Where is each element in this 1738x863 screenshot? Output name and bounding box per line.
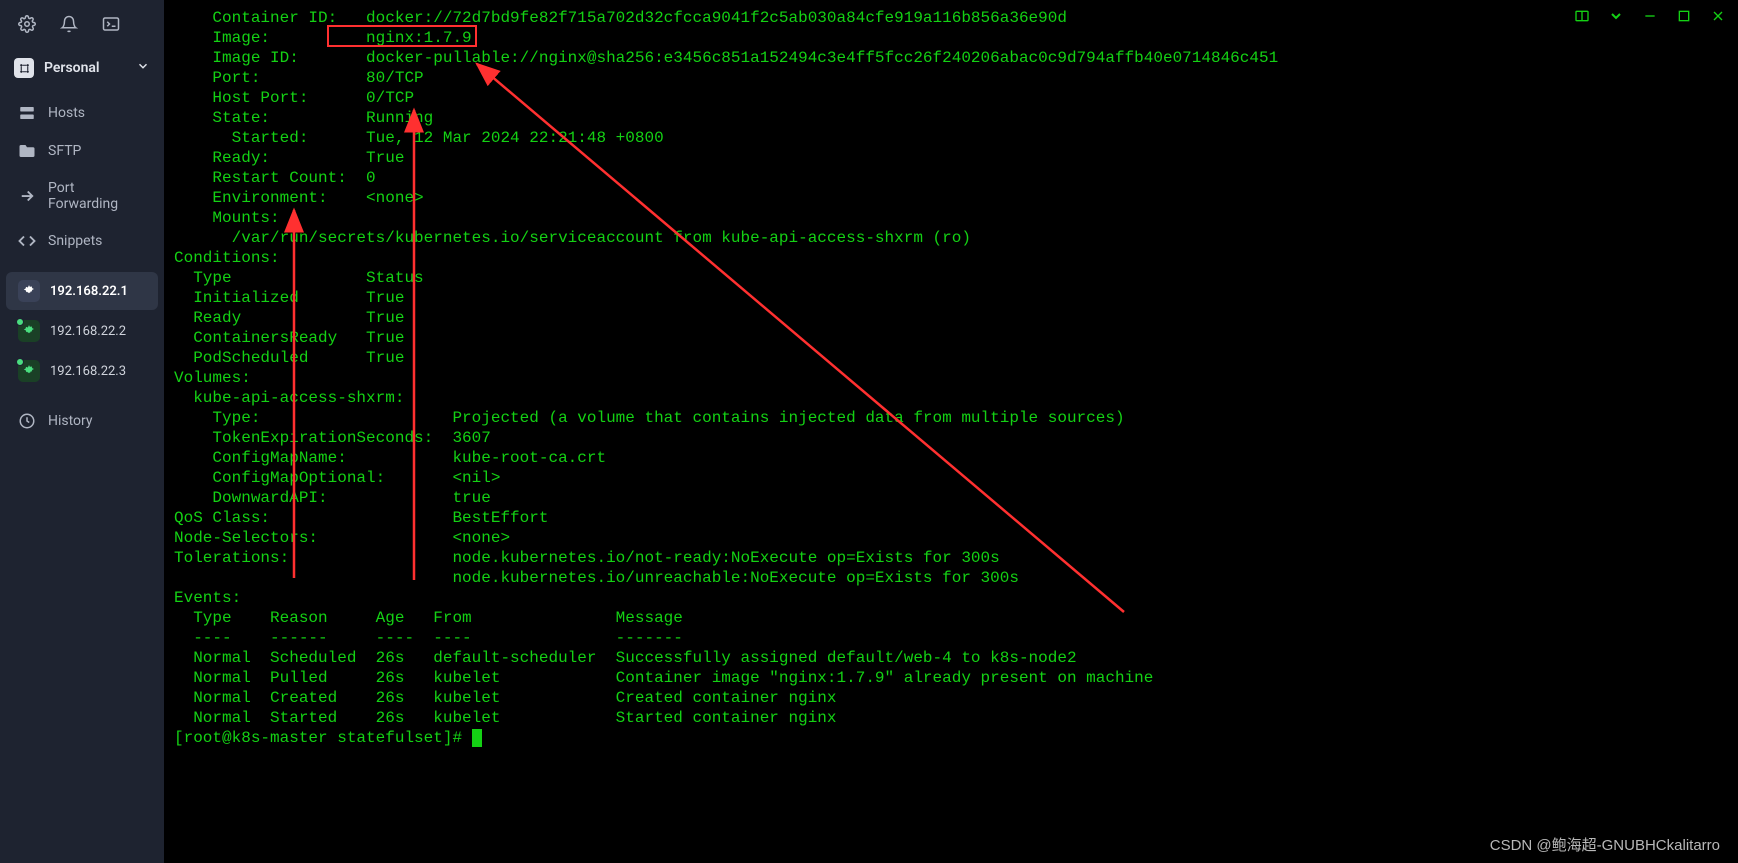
term-line: Normal Created 26s kubelet Created conta…	[174, 688, 1728, 708]
workspace-icon	[14, 58, 34, 78]
term-line: ContainersReady True	[174, 328, 1728, 348]
sidebar: Personal Hosts SFTP Port Forwarding Snip…	[0, 0, 164, 863]
term-line: QoS Class: BestEffort	[174, 508, 1728, 528]
nav-port-forwarding[interactable]: Port Forwarding	[0, 170, 164, 222]
connection-ip: 192.168.22.1	[50, 284, 128, 299]
term-line: ConfigMapName: kube-root-ca.crt	[174, 448, 1728, 468]
nav-section: Hosts SFTP Port Forwarding Snippets	[0, 88, 164, 266]
term-line: Ready True	[174, 308, 1728, 328]
term-line: Image ID: docker-pullable://nginx@sha256…	[174, 48, 1728, 68]
nav-label: SFTP	[48, 143, 81, 159]
hosts-icon	[18, 104, 36, 122]
term-line: Host Port: 0/TCP	[174, 88, 1728, 108]
term-line: Mounts:	[174, 208, 1728, 228]
term-line: Type: Projected (a volume that contains …	[174, 408, 1728, 428]
term-line: Node-Selectors: <none>	[174, 528, 1728, 548]
nav-history[interactable]: History	[0, 402, 164, 440]
watermark: CSDN @鲍海超-GNUBHCkalitarro	[1490, 834, 1720, 855]
terminal-prompt: [root@k8s-master statefulset]#	[174, 729, 472, 747]
forward-icon	[18, 187, 36, 205]
chevron-down-icon	[136, 59, 150, 77]
connection-ip: 192.168.22.2	[50, 324, 126, 339]
term-line: Ready: True	[174, 148, 1728, 168]
split-icon[interactable]	[1574, 8, 1590, 24]
term-line: Environment: <none>	[174, 188, 1728, 208]
folder-icon	[18, 142, 36, 160]
connection-item[interactable]: 192.168.22.2	[6, 312, 158, 350]
term-line: Container ID: docker://72d7bd9fe82f715a7…	[174, 8, 1728, 28]
connection-gear-icon	[18, 320, 40, 342]
term-line: Initialized True	[174, 288, 1728, 308]
connection-gear-icon	[18, 280, 40, 302]
minimize-icon[interactable]	[1642, 8, 1658, 24]
nav-label: Port Forwarding	[48, 180, 146, 212]
term-line: Restart Count: 0	[174, 168, 1728, 188]
nav-hosts[interactable]: Hosts	[0, 94, 164, 132]
terminal-icon[interactable]	[102, 15, 120, 33]
nav-sftp[interactable]: SFTP	[0, 132, 164, 170]
gear-icon[interactable]	[18, 15, 36, 33]
terminal-output: Container ID: docker://72d7bd9fe82f715a7…	[164, 0, 1738, 756]
top-toolbar	[0, 0, 164, 48]
term-line: Type Reason Age From Message	[174, 608, 1728, 628]
term-line: Tolerations: node.kubernetes.io/not-read…	[174, 548, 1728, 568]
term-line: ConfigMapOptional: <nil>	[174, 468, 1728, 488]
term-line: /var/run/secrets/kubernetes.io/serviceac…	[174, 228, 1728, 248]
terminal-area[interactable]: Container ID: docker://72d7bd9fe82f715a7…	[164, 0, 1738, 863]
term-line: Normal Pulled 26s kubelet Container imag…	[174, 668, 1728, 688]
window-controls	[1574, 8, 1726, 24]
clock-icon	[18, 412, 36, 430]
cursor	[472, 729, 482, 747]
connection-item[interactable]: 192.168.22.1	[6, 272, 158, 310]
term-line: DownwardAPI: true	[174, 488, 1728, 508]
term-line: Type Status	[174, 268, 1728, 288]
nav-label: Snippets	[48, 233, 102, 249]
term-line: node.kubernetes.io/unreachable:NoExecute…	[174, 568, 1728, 588]
nav-label: History	[48, 413, 93, 429]
workspace-selector[interactable]: Personal	[0, 48, 164, 88]
term-line: Image: nginx:1.7.9	[174, 28, 1728, 48]
nav-snippets[interactable]: Snippets	[0, 222, 164, 260]
close-icon[interactable]	[1710, 8, 1726, 24]
nav-label: Hosts	[48, 105, 85, 121]
term-line: Volumes:	[174, 368, 1728, 388]
workspace-label: Personal	[44, 60, 100, 76]
connections-section: 192.168.22.1 192.168.22.2 192.168.22.3	[0, 266, 164, 396]
term-line: Normal Scheduled 26s default-scheduler S…	[174, 648, 1728, 668]
connection-gear-icon	[18, 360, 40, 382]
connection-item[interactable]: 192.168.22.3	[6, 352, 158, 390]
term-line: ---- ------ ---- ---- -------	[174, 628, 1728, 648]
term-line: kube-api-access-shxrm:	[174, 388, 1728, 408]
term-line: Port: 80/TCP	[174, 68, 1728, 88]
term-line: Events:	[174, 588, 1728, 608]
online-indicator	[16, 318, 24, 326]
code-icon	[18, 232, 36, 250]
term-line: TokenExpirationSeconds: 3607	[174, 428, 1728, 448]
nav-section-bottom: History	[0, 396, 164, 446]
bell-icon[interactable]	[60, 15, 78, 33]
online-indicator	[16, 358, 24, 366]
term-line: Normal Started 26s kubelet Started conta…	[174, 708, 1728, 728]
term-line: PodScheduled True	[174, 348, 1728, 368]
term-line: State: Running	[174, 108, 1728, 128]
term-line: Conditions:	[174, 248, 1728, 268]
connection-ip: 192.168.22.3	[50, 364, 126, 379]
term-line: Started: Tue, 12 Mar 2024 22:21:48 +0800	[174, 128, 1728, 148]
chevron-down-icon[interactable]	[1608, 8, 1624, 24]
maximize-icon[interactable]	[1676, 8, 1692, 24]
